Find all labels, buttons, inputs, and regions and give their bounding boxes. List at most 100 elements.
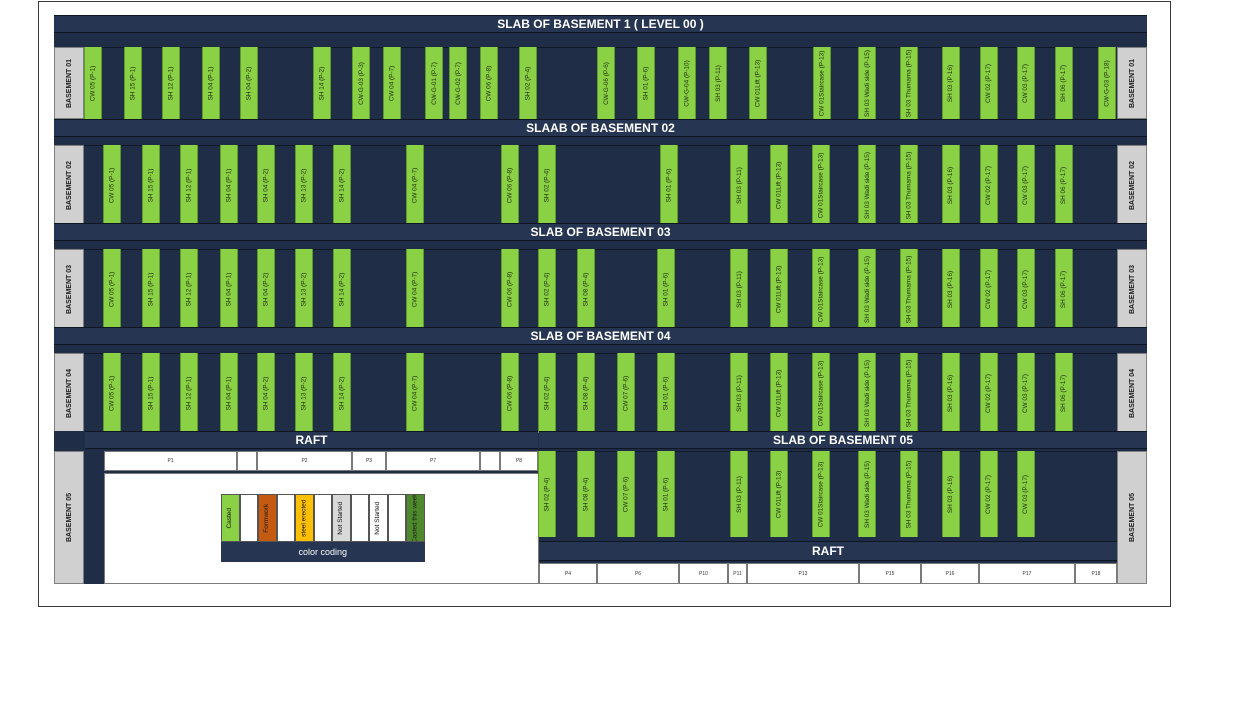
element-column[interactable]: SH 15 (P-1) (142, 353, 160, 433)
raft-pile-cell[interactable]: P13 (747, 563, 859, 584)
element-column[interactable]: SH 03 (P-11) (730, 353, 748, 433)
element-column[interactable]: SH 12 (P-1) (180, 353, 198, 433)
element-column[interactable]: SH 06 (P-17) (1055, 145, 1073, 225)
raft-pile-cell[interactable]: P16 (921, 563, 979, 584)
element-column[interactable]: SH 08 (P-4) (577, 451, 595, 537)
element-column[interactable]: SH 01 (P-6) (637, 47, 655, 119)
element-column[interactable]: SH 03 Wadi side (P-15) (858, 451, 876, 537)
element-column[interactable]: SH 03 Thumama (P-15) (900, 145, 918, 225)
element-column[interactable]: CW 01Staircase (P-13) (813, 47, 831, 119)
raft-pile-cell[interactable]: P11 (728, 563, 747, 584)
element-column[interactable]: SH 01 (P-6) (657, 249, 675, 329)
element-column[interactable]: SH 03 Thumama (P-15) (900, 47, 918, 119)
element-column[interactable]: SH 12 (P-1) (180, 145, 198, 225)
raft-pile-cell[interactable]: P3 (352, 451, 386, 471)
element-column[interactable]: CW 07 (P-6) (617, 353, 635, 433)
element-column[interactable]: SH 15 (P-1) (124, 47, 142, 119)
element-column[interactable]: SH 14 (P-2) (333, 353, 351, 433)
element-column[interactable]: CW 01Lift (P-13) (749, 47, 767, 119)
element-column[interactable]: CW-G-06 (P-6) (597, 47, 615, 119)
element-column[interactable]: SH 03 Thumama (P-15) (900, 249, 918, 329)
element-column[interactable]: CW 04 (P-7) (406, 353, 424, 433)
element-column[interactable]: SH 03 Thumama (P-15) (900, 353, 918, 433)
element-column[interactable]: CW 07 (P-6) (617, 451, 635, 537)
element-column[interactable]: SH 03 (P-16) (942, 249, 960, 329)
raft-pile-cell[interactable]: P2 (257, 451, 352, 471)
raft-pile-cell[interactable]: P18 (1075, 563, 1117, 584)
element-column[interactable]: SH 02 (P-4) (538, 145, 556, 225)
element-column[interactable]: CW 04 (P-7) (406, 249, 424, 329)
element-column[interactable]: SH 08 (P-4) (577, 353, 595, 433)
element-column[interactable]: SH 02 (P-4) (538, 249, 556, 329)
element-column[interactable]: SH 04 (P-2) (240, 47, 258, 119)
raft-pile-cell[interactable]: P7 (386, 451, 480, 471)
element-column[interactable]: SH 03 Wadi side (P-15) (858, 47, 876, 119)
element-column[interactable]: CW 04 (P-7) (406, 145, 424, 225)
element-column[interactable]: SH 03 (P-16) (942, 145, 960, 225)
element-column[interactable]: SH 03 (P-16) (942, 353, 960, 433)
element-column[interactable]: CW 06 (P-8) (501, 249, 519, 329)
element-column[interactable]: SH 01 (P-6) (660, 145, 678, 225)
element-column[interactable]: SH 03 (P-16) (942, 47, 960, 119)
element-column[interactable]: CW 05 (P-1) (103, 145, 121, 225)
element-column[interactable]: SH 13 (P-2) (295, 353, 313, 433)
element-column[interactable]: SH 14 (P-2) (333, 145, 351, 225)
raft-pile-cell[interactable] (237, 451, 257, 471)
element-column[interactable]: CW 05 (P-1) (84, 47, 102, 119)
element-column[interactable]: CW 01Lift (P-13) (770, 451, 788, 537)
element-column[interactable]: SH 13 (P-2) (295, 249, 313, 329)
element-column[interactable]: CW-G-03 (P-3) (352, 47, 370, 119)
element-column[interactable]: SH 04 (P-2) (257, 145, 275, 225)
element-column[interactable]: SH 06 (P-17) (1055, 47, 1073, 119)
element-column[interactable]: SH 03 Wadi side (P-15) (858, 145, 876, 225)
element-column[interactable]: CW 02 (P-17) (980, 47, 998, 119)
element-column[interactable]: CW 01Staircase (P-13) (812, 451, 830, 537)
element-column[interactable]: SH 04 (P-1) (220, 145, 238, 225)
element-column[interactable]: SH 14 (P-2) (313, 47, 331, 119)
element-column[interactable]: SH 03 (P-11) (730, 145, 748, 225)
element-column[interactable]: CW 02 (P-17) (980, 249, 998, 329)
raft-pile-cell[interactable]: P6 (597, 563, 679, 584)
element-column[interactable]: CW 03 (P-17) (1017, 145, 1035, 225)
element-column[interactable]: SH 03 Thumama (P-15) (900, 451, 918, 537)
element-column[interactable]: SH 15 (P-1) (142, 249, 160, 329)
element-column[interactable]: CW 03 (P-17) (1017, 451, 1035, 537)
element-column[interactable]: SH 03 (P-11) (730, 451, 748, 537)
element-column[interactable]: SH 08 (P-4) (577, 249, 595, 329)
element-column[interactable]: SH 15 (P-1) (142, 145, 160, 225)
element-column[interactable]: CW 05 (P-1) (103, 249, 121, 329)
element-column[interactable]: CW 01Lift (P-13) (770, 353, 788, 433)
element-column[interactable]: CW-G-01 (P-7) (425, 47, 443, 119)
element-column[interactable]: SH 03 (P-11) (709, 47, 727, 119)
element-column[interactable]: CW 01Lift (P-13) (770, 249, 788, 329)
raft-pile-cell[interactable]: P1 (104, 451, 237, 471)
element-column[interactable]: CW 06 (P-8) (480, 47, 498, 119)
element-column[interactable]: SH 02 (P-4) (519, 47, 537, 119)
element-column[interactable]: CW 03 (P-17) (1017, 353, 1035, 433)
element-column[interactable]: SH 06 (P-17) (1055, 249, 1073, 329)
element-column[interactable]: CW 06 (P-8) (501, 145, 519, 225)
element-column[interactable]: CW 01Staircase (P-13) (812, 249, 830, 329)
element-column[interactable]: SH 03 (P-16) (942, 451, 960, 537)
element-column[interactable]: SH 02 (P-4) (538, 451, 556, 537)
raft-pile-cell[interactable] (480, 451, 500, 471)
element-column[interactable]: SH 06 (P-17) (1055, 353, 1073, 433)
raft-pile-cell[interactable]: P10 (679, 563, 728, 584)
element-column[interactable]: CW 03 (P-17) (1017, 47, 1035, 119)
element-column[interactable]: SH 02 (P-4) (538, 353, 556, 433)
element-column[interactable]: SH 04 (P-1) (202, 47, 220, 119)
element-column[interactable]: SH 03 (P-11) (730, 249, 748, 329)
element-column[interactable]: CW-G-02 (P-7) (449, 47, 467, 119)
element-column[interactable]: CW-G-03 (P-18) (1098, 47, 1116, 119)
element-column[interactable]: SH 04 (P-2) (257, 353, 275, 433)
element-column[interactable]: SH 13 (P-2) (295, 145, 313, 225)
raft-pile-cell[interactable]: P4 (539, 563, 597, 584)
element-column[interactable]: CW 02 (P-17) (980, 353, 998, 433)
element-column[interactable]: CW 01Lift (P-13) (770, 145, 788, 225)
element-column[interactable]: CW 02 (P-17) (980, 451, 998, 537)
raft-pile-cell[interactable]: P17 (979, 563, 1075, 584)
element-column[interactable]: CW 02 (P-17) (980, 145, 998, 225)
element-column[interactable]: SH 14 (P-2) (333, 249, 351, 329)
element-column[interactable]: SH 01 (P-6) (657, 451, 675, 537)
element-column[interactable]: CW 01Staircase (P-13) (812, 145, 830, 225)
